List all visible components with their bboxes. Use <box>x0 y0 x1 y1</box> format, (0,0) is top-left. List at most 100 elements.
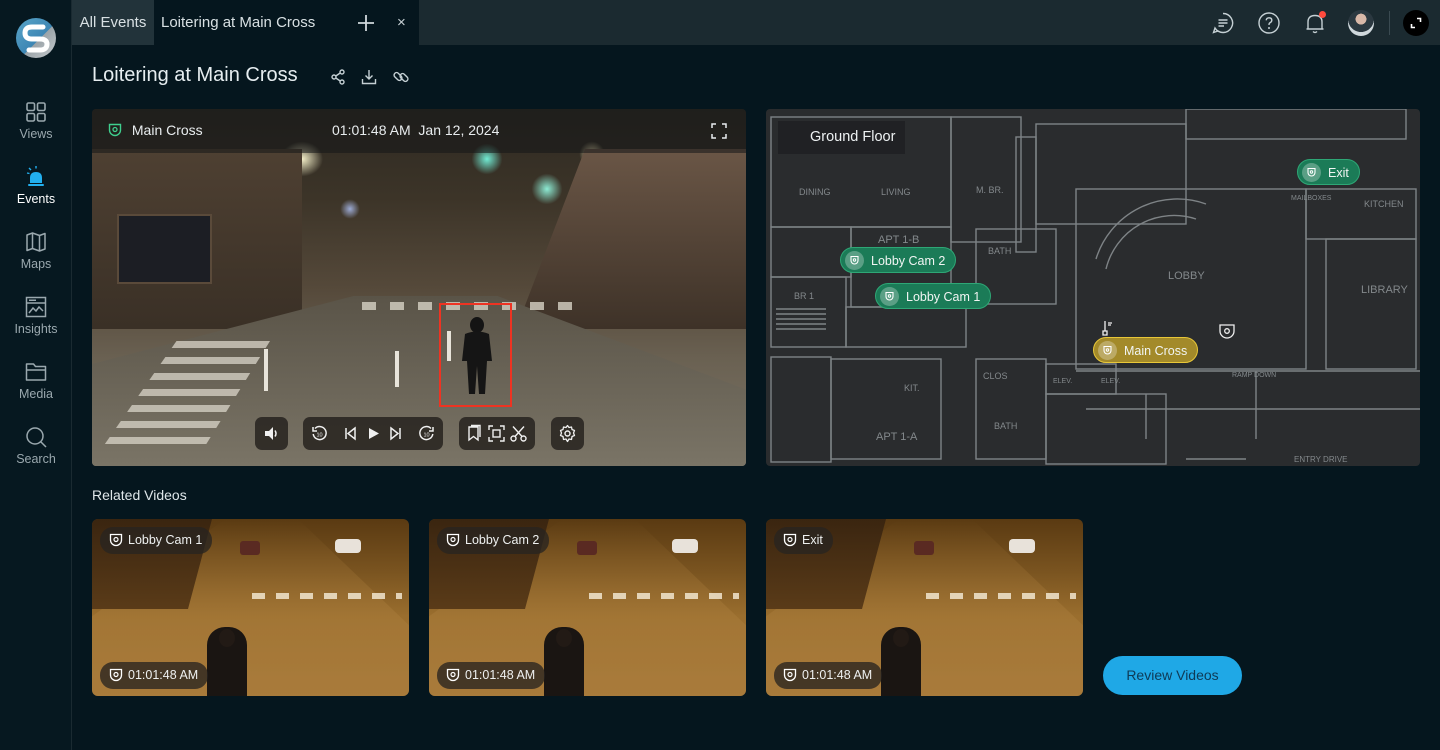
camera-name: Exit <box>802 533 823 547</box>
thumbnail-person <box>893 629 909 647</box>
snapshot-icon[interactable] <box>487 424 506 443</box>
map-pin-label: Exit <box>1328 166 1349 180</box>
related-video-thumbnail[interactable]: Lobby Cam 1 01:01:48 AM <box>92 519 409 696</box>
notifications-button[interactable] <box>1303 11 1327 35</box>
logo-mark-icon <box>22 24 50 53</box>
sidebar-item-insights[interactable]: Insights <box>0 295 72 336</box>
camera-icon <box>783 668 797 682</box>
video-scene <box>117 214 212 284</box>
rewind-10-icon[interactable]: 10 <box>310 424 329 443</box>
skip-back-icon[interactable] <box>341 424 360 443</box>
sidebar-item-label: Maps <box>20 257 52 271</box>
top-bar: All Events Loitering at Main Cross × <box>72 0 1440 45</box>
sidebar-item-views[interactable]: Views <box>0 100 72 141</box>
time-badge: 01:01:48 AM <box>100 662 209 689</box>
folder-icon <box>25 363 47 381</box>
map-icon <box>26 232 46 252</box>
sensor-icon[interactable] <box>1099 319 1117 337</box>
sidebar-item-search[interactable]: Search <box>0 425 72 466</box>
camera-icon <box>109 668 123 682</box>
chat-icon[interactable] <box>1211 11 1235 35</box>
camera-icon <box>845 251 864 270</box>
camera-icon <box>783 533 797 547</box>
camera-badge: Exit <box>774 527 833 554</box>
map-pin-label: Main Cross <box>1124 344 1188 358</box>
map-pin-lobby-cam-2[interactable]: Lobby Cam 2 <box>840 247 957 273</box>
bookmark-icon[interactable] <box>465 424 484 443</box>
video-timestamp: 01:01:48 AM Jan 12, 2024 <box>332 122 499 138</box>
sidebar-item-maps[interactable]: Maps <box>0 230 72 271</box>
brand-logo[interactable] <box>16 18 56 58</box>
map-room-label: APT 1-A <box>876 431 918 443</box>
help-icon[interactable] <box>1257 11 1281 35</box>
sidebar-item-label: Media <box>18 387 54 401</box>
map-pin-lobby-cam-1[interactable]: Lobby Cam 1 <box>875 283 992 309</box>
map-pin-exit[interactable]: Exit <box>1297 159 1360 185</box>
thumbnail-scene <box>577 541 597 555</box>
camera-icon[interactable] <box>1218 323 1236 341</box>
video-time: 01:01:48 AM <box>128 668 199 682</box>
thumbnail-person <box>219 629 235 647</box>
clip-icon[interactable] <box>509 424 528 443</box>
map-room-label: LIBRARY <box>1361 284 1409 296</box>
volume-icon[interactable] <box>262 424 281 443</box>
thumbnail-scene <box>914 541 934 555</box>
floor-plan-map[interactable]: DINING LIVING M. BR. BATH APT 1-B BR 1 L… <box>766 109 1420 466</box>
related-video-thumbnail[interactable]: Exit 01:01:48 AM <box>766 519 1083 696</box>
camera-badge: Lobby Cam 1 <box>100 527 213 554</box>
gear-icon[interactable] <box>558 424 577 443</box>
play-icon[interactable] <box>364 424 383 443</box>
avatar[interactable] <box>1348 10 1374 36</box>
camera-icon <box>446 533 460 547</box>
siren-icon <box>26 166 44 186</box>
time-badge: 01:01:48 AM <box>774 662 883 689</box>
video-date: Jan 12, 2024 <box>418 122 500 138</box>
video-player[interactable]: Main Cross 01:01:48 AM Jan 12, 2024 10 1… <box>92 109 746 466</box>
video-time: 01:01:48 AM <box>332 122 411 138</box>
camera-icon <box>1302 163 1321 182</box>
map-room-label: ELEV. <box>1101 378 1120 385</box>
thumbnail-scene <box>672 539 698 553</box>
camera-badge: Lobby Cam 2 <box>437 527 550 554</box>
related-videos-heading: Related Videos <box>92 487 187 503</box>
tab-all-events[interactable]: All Events <box>72 0 154 45</box>
expand-button[interactable] <box>1403 10 1429 36</box>
floor-selector[interactable]: Ground Floor <box>778 121 905 154</box>
map-pin-main-cross[interactable]: Main Cross <box>1093 337 1199 363</box>
download-icon[interactable] <box>360 68 378 86</box>
volume-control <box>255 417 288 450</box>
map-room-label: DINING <box>799 187 831 197</box>
related-video-thumbnail[interactable]: Lobby Cam 2 01:01:48 AM <box>429 519 746 696</box>
map-room-label: CLOS <box>983 371 1008 381</box>
thumbnail-person <box>556 629 572 647</box>
skip-forward-icon[interactable] <box>386 424 405 443</box>
fullscreen-icon[interactable] <box>710 122 728 140</box>
settings-control <box>551 417 584 450</box>
map-room-label: KITCHEN <box>1364 199 1404 209</box>
detection-bounding-box[interactable] <box>439 303 512 407</box>
sidebar: Views Events Maps Insights Media Search <box>0 0 72 750</box>
video-scene <box>395 351 399 387</box>
share-icon[interactable] <box>329 68 347 86</box>
svg-text:10: 10 <box>423 433 429 439</box>
link-icon[interactable] <box>392 68 410 86</box>
video-time: 01:01:48 AM <box>802 668 873 682</box>
map-room-label: KIT. <box>904 383 920 393</box>
map-room-label: BATH <box>988 246 1011 256</box>
map-room-label: BR 1 <box>794 291 814 301</box>
capture-tools <box>459 417 535 450</box>
forward-10-icon[interactable]: 10 <box>417 424 436 443</box>
sidebar-item-events[interactable]: Events <box>0 165 72 206</box>
map-room-label: RAMP DOWN <box>1232 372 1276 379</box>
video-camera-name: Main Cross <box>131 122 203 138</box>
plus-icon[interactable] <box>352 9 380 37</box>
map-room-label: MAILBOXES <box>1291 195 1332 202</box>
map-pin-label: Lobby Cam 1 <box>906 290 981 304</box>
notification-badge <box>1319 11 1326 18</box>
sidebar-item-media[interactable]: Media <box>0 360 72 401</box>
camera-icon <box>1098 341 1117 360</box>
close-tab-button[interactable]: × <box>397 0 406 45</box>
review-videos-button[interactable]: Review Videos <box>1103 656 1242 695</box>
svg-text:10: 10 <box>316 433 322 439</box>
sidebar-item-label: Insights <box>14 322 58 336</box>
